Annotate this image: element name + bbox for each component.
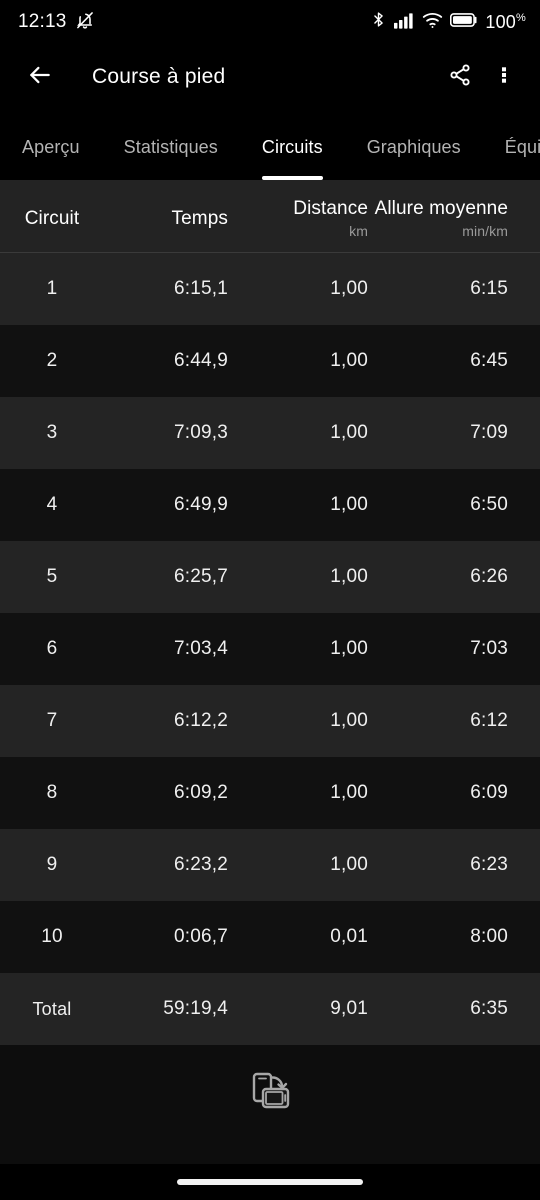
cell-lap: 9 [46,854,58,875]
table-row[interactable]: 5 6:25,7 1,00 6:26 [0,541,540,613]
tab-label: Équipeme [504,137,540,157]
cell-pace: 6:45 [470,350,508,371]
system-navigation-bar [0,1164,540,1200]
table-row[interactable]: 10 0:06,7 0,01 8:00 [0,901,540,973]
tab-label: Statistiques [123,137,218,157]
cell-time: 6:12,2 [173,710,228,731]
column-header-distance-unit: km [349,223,368,239]
cell-pace: 6:15 [470,278,508,299]
cell-time: 7:03,4 [173,638,228,659]
tab-equipement[interactable]: Équipeme [483,134,540,160]
cell-distance: 1,00 [330,422,368,443]
cell-distance: 1,00 [330,494,368,515]
cell-lap: 8 [46,782,58,803]
page-title: Course à pied [92,65,226,88]
cell-lap: 2 [46,350,58,371]
table-row[interactable]: 4 6:49,9 1,00 6:50 [0,469,540,541]
cell-distance: 1,00 [330,350,368,371]
battery-full-icon [450,12,478,33]
overflow-menu-button[interactable] [482,55,526,99]
cell-pace: 6:23 [470,854,508,875]
table-total-row: Total 59:19,4 9,01 6:35 [0,973,540,1045]
status-bar-left: 12:13 [18,10,95,35]
cell-distance: 1,00 [330,566,368,587]
cell-time: 0:06,7 [173,926,228,947]
table-header-row: Circuit Temps Distance km Allure moyenne… [0,180,540,253]
cell-lap: 10 [41,926,63,947]
column-header-time: Temps [171,207,228,229]
cell-time: 6:44,9 [173,350,228,371]
status-bar-right: 100% [370,9,526,35]
bell-muted-icon [75,10,95,35]
cell-distance: 1,00 [330,638,368,659]
cell-time: 6:25,7 [173,566,228,587]
cell-pace: 6:26 [470,566,508,587]
cell-lap: 4 [46,494,58,515]
tab-label: Circuits [261,137,323,157]
cell-pace: 7:03 [470,638,508,659]
battery-percent-label: 100% [485,11,526,32]
bluetooth-icon [370,9,387,35]
cell-lap: 6 [46,638,58,659]
cell-total-label: Total [32,998,72,1019]
tab-label: Graphiques [366,137,461,157]
app-bar: Course à pied [0,44,540,110]
cell-total-distance: 9,01 [330,998,368,1019]
table-row[interactable]: 2 6:44,9 1,00 6:45 [0,325,540,397]
column-header-pace-unit: min/km [462,223,508,239]
wifi-icon [422,11,443,34]
cell-time: 6:09,2 [173,782,228,803]
cell-total-pace: 6:35 [470,998,508,1019]
cell-time: 7:09,3 [173,422,228,443]
back-arrow-icon [27,62,53,93]
tab-bar[interactable]: Aperçu Statistiques Circuits Graphiques … [0,110,540,180]
more-vertical-icon [493,64,515,91]
tab-apercu[interactable]: Aperçu [0,134,102,160]
cell-pace: 8:00 [470,926,508,947]
cell-distance: 1,00 [330,710,368,731]
rotate-device-hint[interactable] [0,1045,540,1145]
tab-statistiques[interactable]: Statistiques [102,134,240,160]
back-button[interactable] [18,55,62,99]
column-header-pace: Allure moyenne min/km [368,198,524,239]
cell-lap: 1 [46,278,58,299]
cell-distance: 1,00 [330,278,368,299]
cell-distance: 1,00 [330,854,368,875]
table-row[interactable]: 7 6:12,2 1,00 6:12 [0,685,540,757]
cellular-signal-icon [394,11,415,34]
cell-pace: 6:09 [470,782,508,803]
column-header-distance: Distance km [228,198,368,239]
cell-pace: 7:09 [470,422,508,443]
table-row[interactable]: 6 7:03,4 1,00 7:03 [0,613,540,685]
cell-time: 6:49,9 [173,494,228,515]
cell-pace: 6:12 [470,710,508,731]
cell-pace: 6:50 [470,494,508,515]
tab-graphiques[interactable]: Graphiques [345,134,483,160]
share-button[interactable] [438,55,482,99]
column-header-lap: Circuit [24,207,80,229]
cell-time: 6:15,1 [173,278,228,299]
laps-table: Circuit Temps Distance km Allure moyenne… [0,180,540,1045]
cell-time: 6:23,2 [173,854,228,875]
table-row[interactable]: 8 6:09,2 1,00 6:09 [0,757,540,829]
cell-distance: 1,00 [330,782,368,803]
cell-lap: 7 [46,710,58,731]
cell-lap: 3 [46,422,58,443]
share-icon [448,63,472,92]
tab-label: Aperçu [22,137,80,157]
screen-rotation-icon [245,1068,295,1123]
table-row[interactable]: 9 6:23,2 1,00 6:23 [0,829,540,901]
table-row[interactable]: 1 6:15,1 1,00 6:15 [0,253,540,325]
cell-total-time: 59:19,4 [163,998,228,1019]
status-bar: 12:13 100% [0,0,540,44]
status-bar-clock: 12:13 [18,11,67,32]
cell-distance: 0,01 [330,926,368,947]
tab-circuits[interactable]: Circuits [240,134,345,180]
cell-lap: 5 [46,566,58,587]
table-row[interactable]: 3 7:09,3 1,00 7:09 [0,397,540,469]
gesture-home-handle[interactable] [177,1179,363,1185]
app-screen: 12:13 100% Course à pied Aperçu Statisti… [0,0,540,1200]
